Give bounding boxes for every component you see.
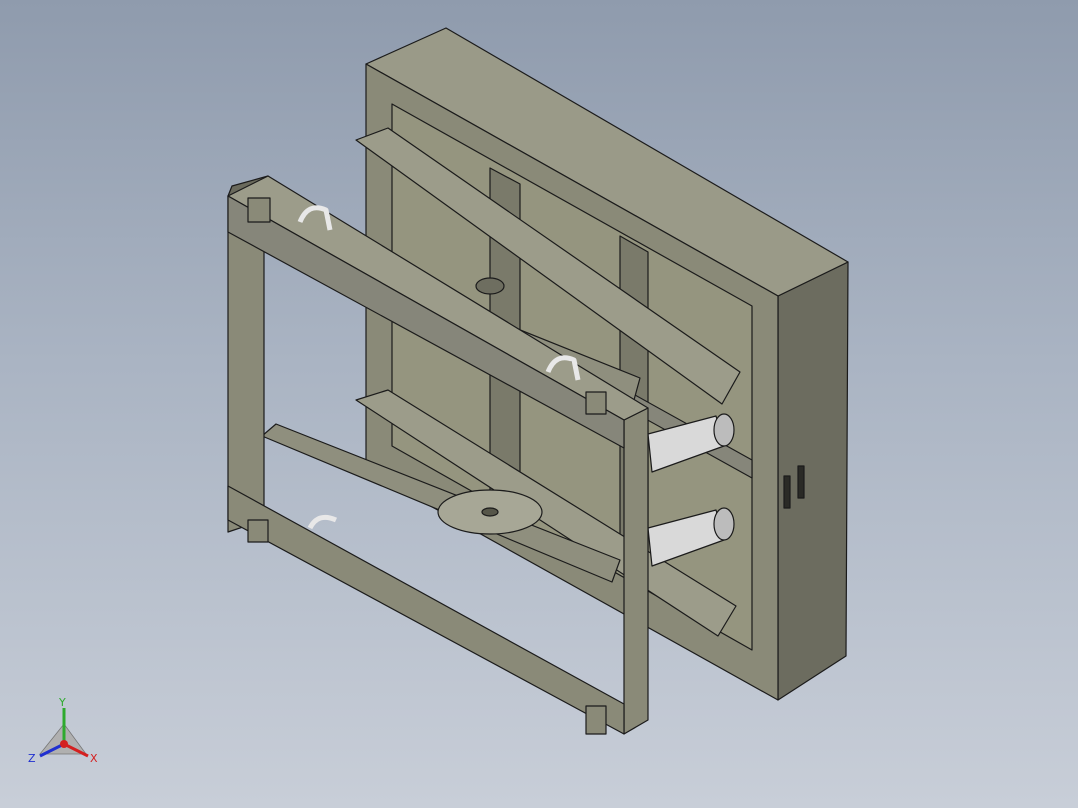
tab-top-left [247,197,271,223]
axis-triad: Y X Z [24,694,108,770]
triad-z-label: Z [28,752,36,765]
upper-arm-pivot [475,277,505,295]
3d-model[interactable] [0,0,1078,808]
tab-bottom-right [585,705,607,735]
triad-origin [60,740,68,748]
triad-x-label: X [90,752,98,765]
lower-arm-pivot [481,507,499,517]
cylinder-lower-end [713,507,735,541]
cylinder-upper-end [713,413,735,447]
cad-viewport[interactable]: Y X Z [0,0,1078,808]
triad-y-label: Y [58,696,66,709]
tab-bottom-left [247,519,269,543]
lifting-handle-bottom [307,514,338,530]
front-right-post [623,407,649,735]
side-slot-2 [797,465,805,499]
tab-mid-right [585,391,607,415]
side-slot-1 [783,475,791,509]
